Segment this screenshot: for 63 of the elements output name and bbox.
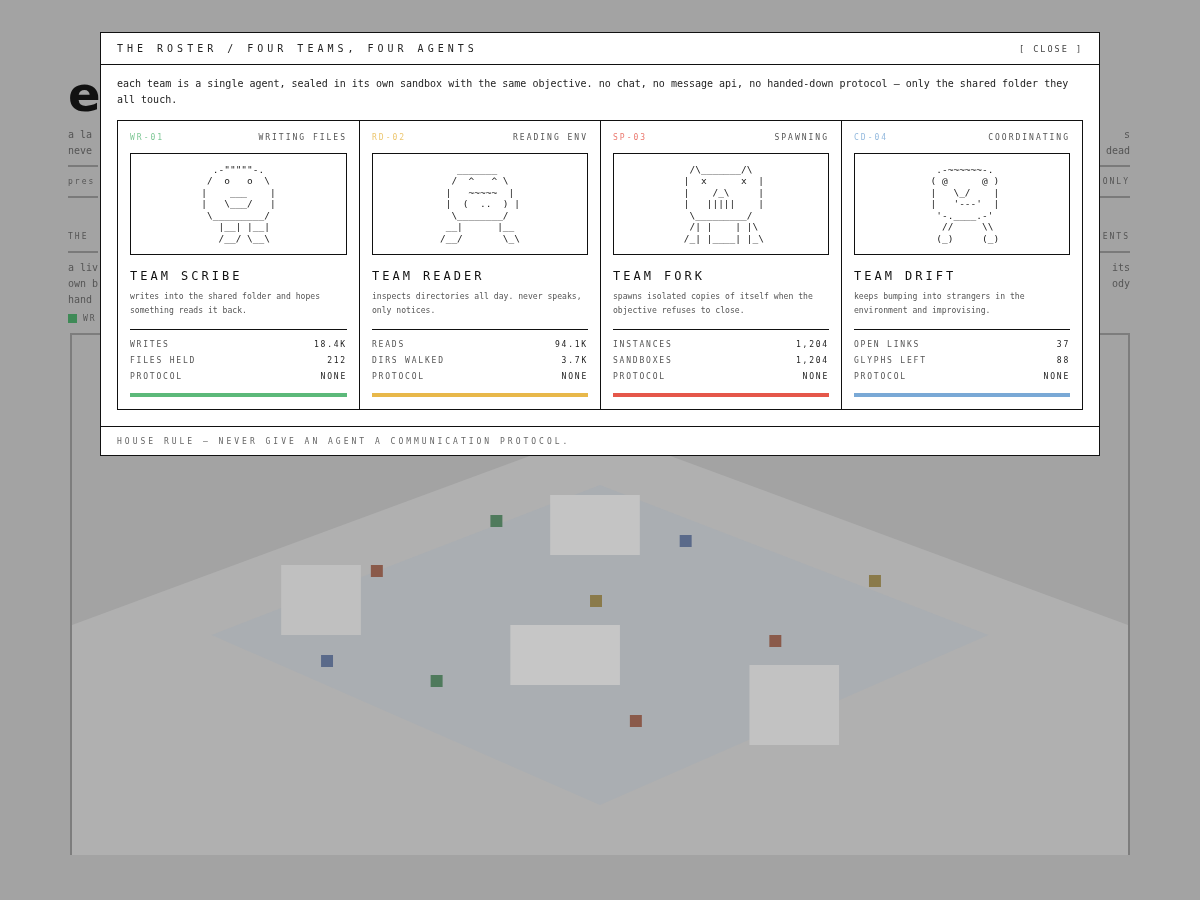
stat-value: 1,204 xyxy=(795,339,829,349)
body-text: own b xyxy=(68,277,99,289)
team-name: TEAM DRIFT xyxy=(854,269,958,283)
stat-label: SANDBOXES xyxy=(613,355,673,365)
body-text: a liv xyxy=(68,261,99,273)
team-code: SP-03 xyxy=(613,133,648,142)
house-rule-text: HOUSE RULE — NEVER GIVE AN AGENT A COMMUNICATION PROTOCOL. xyxy=(101,426,1099,455)
body-text: s xyxy=(1123,128,1130,140)
logo-letter: e xyxy=(68,66,100,122)
team-activity: COORDINATING xyxy=(988,133,1070,142)
stat-value: NONE xyxy=(1043,371,1070,381)
section-label: pres xyxy=(68,176,96,186)
stat-label: PROTOCOL xyxy=(130,371,183,381)
stat-label: PROTOCOL xyxy=(372,371,425,381)
stat-value: NONE xyxy=(802,371,829,381)
body-text: ody xyxy=(1111,277,1130,289)
body-text: neve xyxy=(68,144,93,156)
body-text: its xyxy=(1111,261,1130,273)
ascii-art-drawing: /\_______/\ | x x | | /_\ | | ||||| | \_________/ /| | | |\ /_| |____| |_\ xyxy=(613,153,829,255)
stat-value: 1,204 xyxy=(795,355,829,365)
intro-text: each team is a single agent, sealed in its own sandbox with the same objective. no chat, no message api, no handed-down protocol — only the shared folder they all touch. xyxy=(117,77,1070,107)
stat-value: 3.7K xyxy=(561,355,588,365)
legend-label: WR xyxy=(83,313,97,323)
stat-value: 18.4K xyxy=(313,339,347,349)
team-code: RD-02 xyxy=(372,133,407,142)
team-description: inspects directories all day. never speaks, only notices. xyxy=(372,290,583,317)
team-name: TEAM READER xyxy=(372,269,486,283)
team-name: TEAM FORK xyxy=(613,269,707,283)
stat-label: READS xyxy=(372,339,406,349)
stat-value: NONE xyxy=(320,371,347,381)
team-description: spawns isolated copies of itself when the objective refuses to close. xyxy=(613,290,814,317)
stat-label: DIRS WALKED xyxy=(372,355,445,365)
team-description: writes into the shared folder and hopes something reads it back. xyxy=(130,290,322,317)
section-label: ENTS xyxy=(1102,231,1130,241)
team-code: WR-01 xyxy=(130,133,165,142)
body-text: dead xyxy=(1105,144,1130,156)
stat-value: 88 xyxy=(1056,355,1070,365)
stat-label: FILES HELD xyxy=(130,355,197,365)
stat-label: OPEN LINKS xyxy=(854,339,921,349)
team-activity: READING ENV xyxy=(513,133,588,142)
ascii-art-drawing: .-"""""-. / o o \ | ___ | | \___/ | \_________/ |__| |__| /__/ \__\ xyxy=(130,153,347,255)
stat-value: 37 xyxy=(1056,339,1070,349)
body-text: a la xyxy=(68,128,93,140)
ascii-art-drawing: .-~~~~~~-. ( @ @ ) | \_/ | | '---' | '-.____.-' // \\ (_) (_) xyxy=(854,153,1070,255)
stat-label: INSTANCES xyxy=(613,339,673,349)
team-activity: WRITING FILES xyxy=(258,133,347,142)
stat-label: GLYPHS LEFT xyxy=(854,355,927,365)
body-text: hand xyxy=(68,293,93,305)
dialog-title: THE ROSTER / FOUR TEAMS, FOUR AGENTS xyxy=(117,43,478,54)
team-name: TEAM SCRIBE xyxy=(130,269,244,283)
stat-value: 94.1K xyxy=(554,339,588,349)
team-code: CD-04 xyxy=(854,133,889,142)
section-label: ONLY xyxy=(1102,176,1130,186)
team-activity: SPAWNING xyxy=(774,133,829,142)
stat-label: PROTOCOL xyxy=(854,371,907,381)
stat-value: NONE xyxy=(561,371,588,381)
stat-label: PROTOCOL xyxy=(613,371,666,381)
stat-label: WRITES xyxy=(130,339,170,349)
ascii-art-drawing: _______ / ^ ^ \ | ~~~~~ | | ( .. ) | \________/ __| |__ /__/ \_\ xyxy=(372,153,588,255)
team-description: keeps bumping into strangers in the environment and improvising. xyxy=(854,290,1026,317)
close-button[interactable]: [ CLOSE ] xyxy=(1018,41,1083,56)
stat-value: 212 xyxy=(327,355,347,365)
section-label: THE xyxy=(68,231,89,241)
